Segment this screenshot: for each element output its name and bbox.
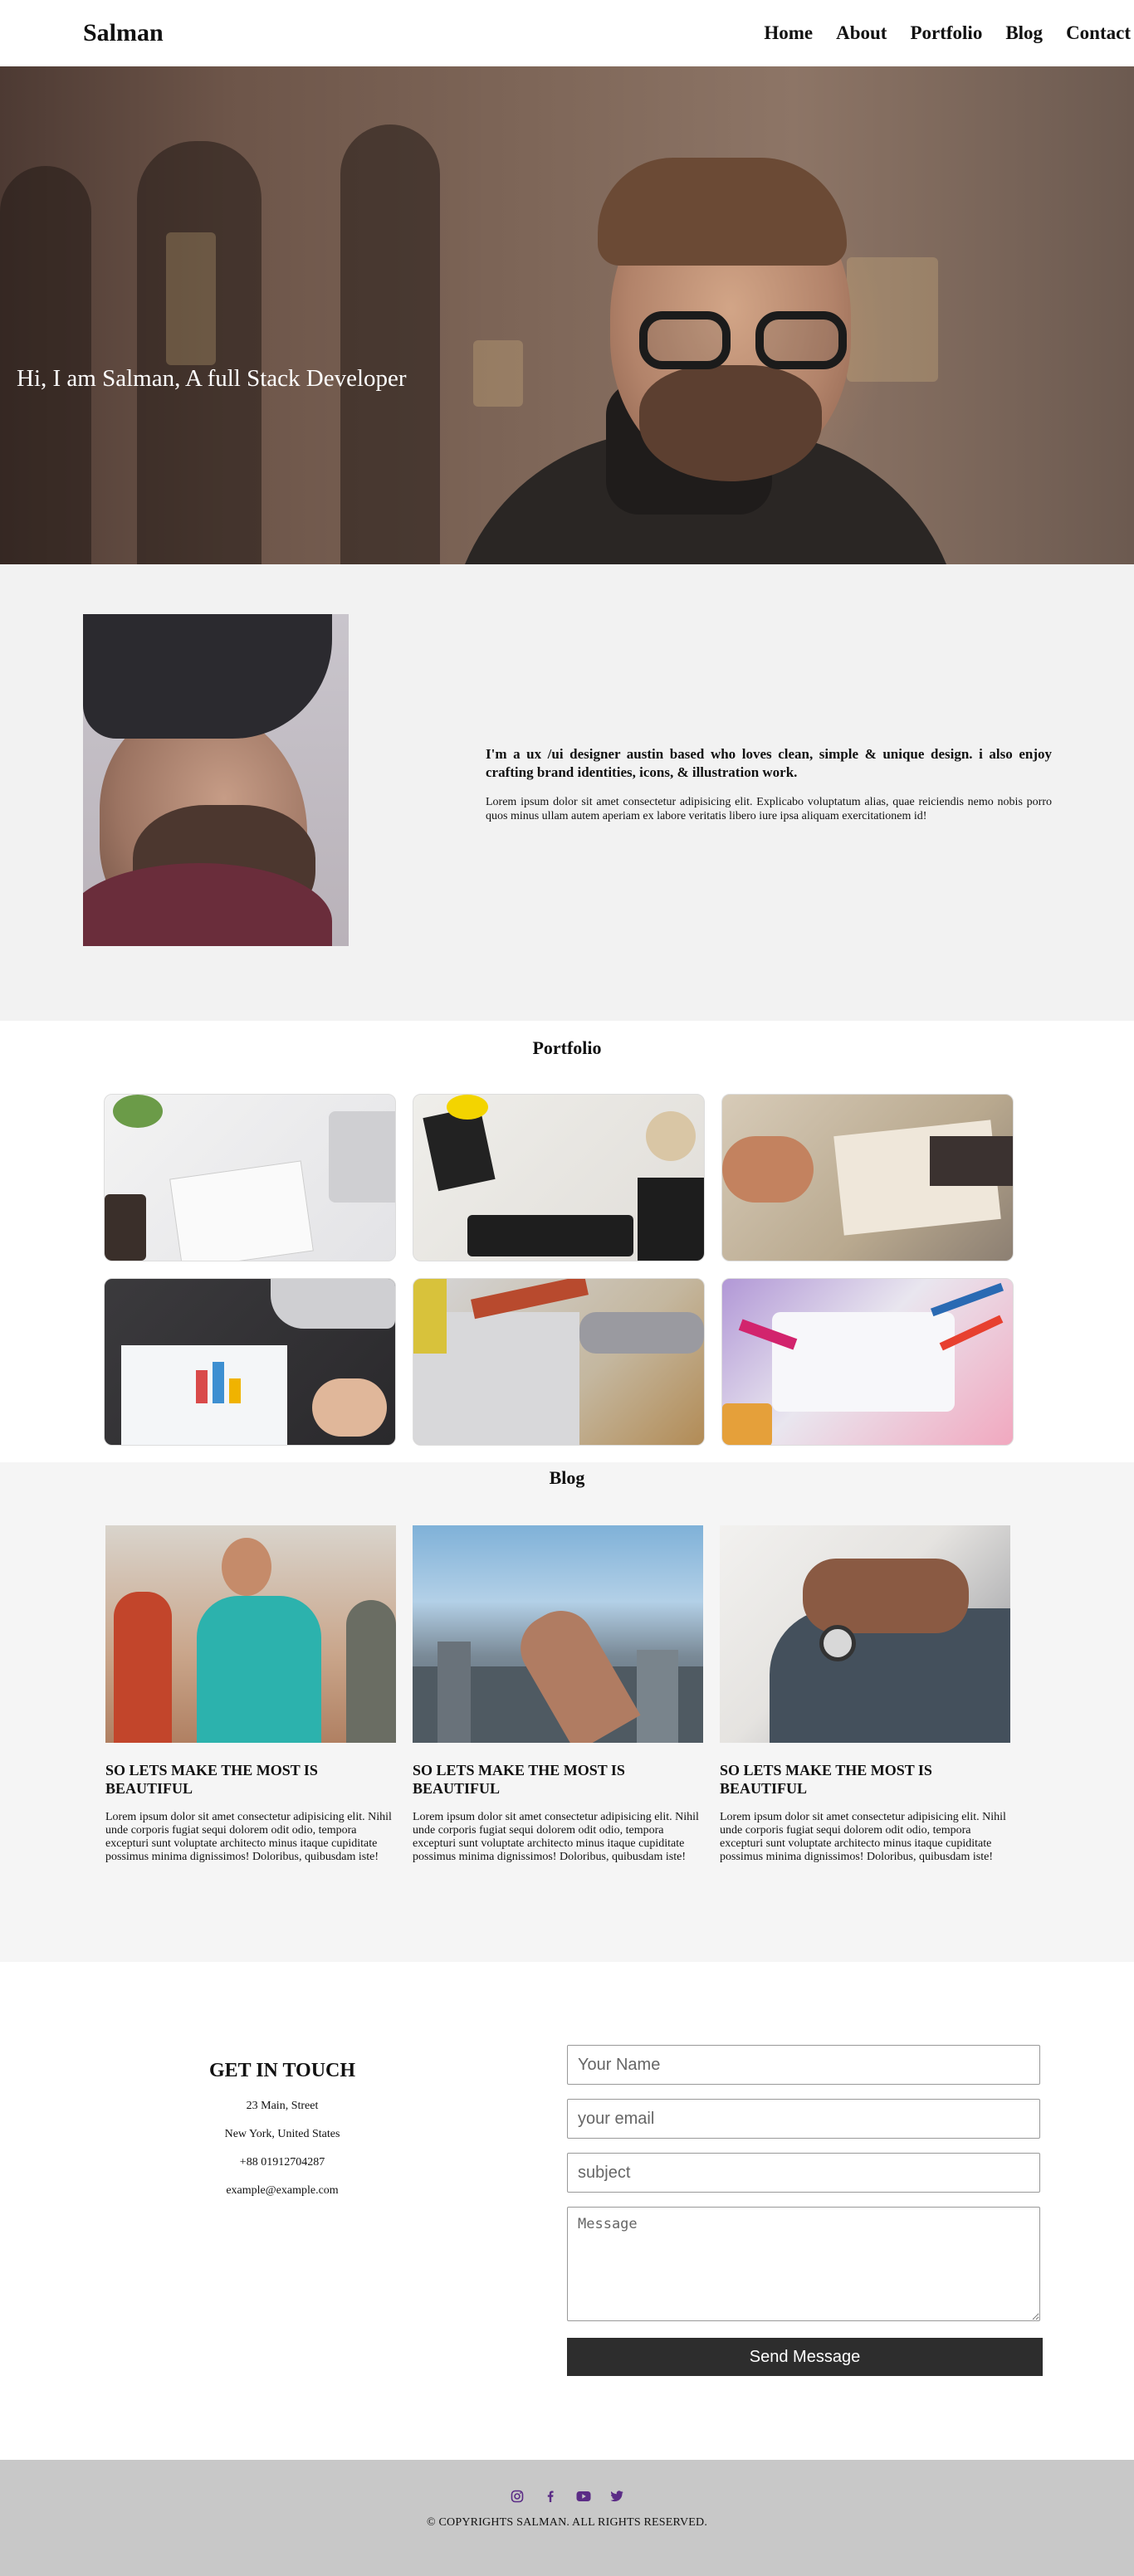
social-links — [0, 2488, 1134, 2505]
hero-person-beard — [639, 365, 822, 481]
about-section: I'm a ux /ui designer austin based who l… — [0, 564, 1134, 1021]
portfolio-item-design-sketching[interactable] — [721, 1094, 1014, 1261]
site-header: Salman Home About Portfolio Blog Contact — [0, 0, 1134, 66]
contact-info: GET IN TOUCH 23 Main, Street New York, U… — [149, 2060, 415, 2205]
hero-bg-window — [166, 232, 216, 365]
hero-bg-arch — [340, 124, 440, 564]
send-message-button[interactable]: Send Message — [567, 2338, 1043, 2376]
blog-post-body: Lorem ipsum dolor sit amet consectetur a… — [413, 1811, 699, 1863]
portfolio-section: Portfolio — [0, 1021, 1134, 1462]
about-photo — [83, 614, 349, 946]
nav-about[interactable]: About — [836, 22, 887, 44]
blog-post-title[interactable]: SO LETS MAKE THE MOST IS BEAUTIFUL — [105, 1761, 396, 1798]
contact-form: Send Message — [567, 2045, 1043, 2376]
youtube-icon[interactable] — [575, 2488, 592, 2505]
blog-post-body: Lorem ipsum dolor sit amet consectetur a… — [105, 1811, 392, 1863]
blog-post: SO LETS MAKE THE MOST IS BEAUTIFUL Lorem… — [413, 1525, 703, 1864]
hero-section: Hi, I am Salman, A full Stack Developer — [0, 66, 1134, 564]
brand-logo[interactable]: Salman — [83, 19, 164, 47]
nav-contact[interactable]: Contact — [1066, 22, 1131, 44]
about-heading: I'm a ux /ui designer austin based who l… — [486, 746, 1052, 780]
blog-post: SO LETS MAKE THE MOST IS BEAUTIFUL Lorem… — [720, 1525, 1010, 1864]
contact-address-line2: New York, United States — [224, 2128, 340, 2140]
about-body: Lorem ipsum dolor sit amet consectetur a… — [486, 796, 1052, 822]
contact-email: example@example.com — [226, 2184, 339, 2197]
email-field[interactable] — [567, 2099, 1040, 2139]
blog-section: Blog SO LETS MAKE THE MOST IS BEAUTIFUL … — [0, 1462, 1134, 1962]
hero-bg-window — [473, 340, 523, 407]
nav-portfolio[interactable]: Portfolio — [910, 22, 982, 44]
blog-post-image[interactable] — [105, 1525, 396, 1743]
name-field[interactable] — [567, 2045, 1040, 2085]
blog-post: SO LETS MAKE THE MOST IS BEAUTIFUL Lorem… — [105, 1525, 396, 1864]
contact-title: GET IN TOUCH — [208, 2060, 356, 2081]
blog-post-title[interactable]: SO LETS MAKE THE MOST IS BEAUTIFUL — [413, 1761, 703, 1798]
hero-person-glasses — [639, 311, 863, 369]
portfolio-item-blueprint-tools[interactable] — [413, 1278, 705, 1446]
contact-address-line1: 23 Main, Street — [246, 2100, 319, 2112]
copyright-text: © COPYRIGHTS SALMAN. ALL RIGHTS RESERVED… — [426, 2516, 708, 2529]
blog-grid: SO LETS MAKE THE MOST IS BEAUTIFUL Lorem… — [105, 1525, 1010, 1864]
portfolio-item-keyboard-creative-mess[interactable] — [413, 1094, 705, 1261]
message-field[interactable] — [567, 2207, 1040, 2321]
twitter-icon[interactable] — [609, 2488, 625, 2505]
contact-section: GET IN TOUCH 23 Main, Street New York, U… — [0, 1962, 1134, 2460]
blog-post-title[interactable]: SO LETS MAKE THE MOST IS BEAUTIFUL — [720, 1761, 1010, 1798]
contact-phone: +88 01912704287 — [239, 2156, 325, 2169]
main-nav: Home About Portfolio Blog Contact — [764, 22, 1131, 44]
nav-home[interactable]: Home — [764, 22, 813, 44]
blog-post-body: Lorem ipsum dolor sit amet consectetur a… — [720, 1811, 1006, 1863]
nav-blog[interactable]: Blog — [1005, 22, 1043, 44]
hero-title: Hi, I am Salman, A full Stack Developer — [17, 365, 407, 392]
portfolio-item-chart-report[interactable] — [104, 1278, 396, 1446]
blog-post-image[interactable] — [413, 1525, 703, 1743]
portfolio-title: Portfolio — [532, 1037, 602, 1058]
about-text: I'm a ux /ui designer austin based who l… — [486, 745, 1052, 823]
portfolio-item-art-supplies[interactable] — [721, 1278, 1014, 1446]
subject-field[interactable] — [567, 2153, 1040, 2193]
hero-person-hair — [598, 158, 847, 266]
blog-title: Blog — [549, 1467, 585, 1488]
blog-post-image[interactable] — [720, 1525, 1010, 1743]
site-footer: © COPYRIGHTS SALMAN. ALL RIGHTS RESERVED… — [0, 2460, 1134, 2576]
instagram-icon[interactable] — [509, 2488, 525, 2505]
portfolio-item-notebook-desk[interactable] — [104, 1094, 396, 1261]
portfolio-grid — [104, 1094, 1014, 1446]
facebook-icon[interactable] — [542, 2488, 559, 2505]
